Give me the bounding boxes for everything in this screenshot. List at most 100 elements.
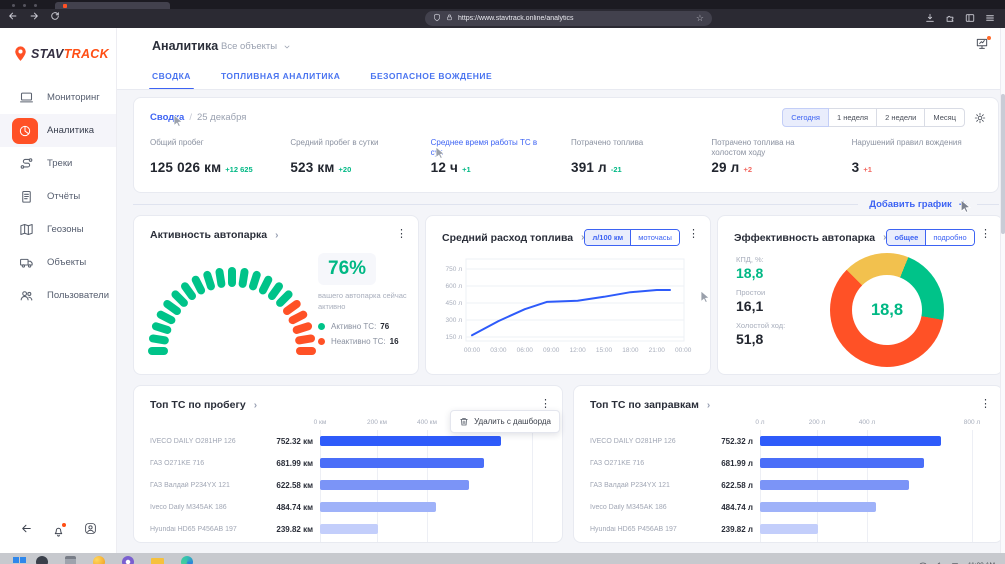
top-fuel-title[interactable]: Топ ТС по заправкам: [590, 399, 699, 411]
chevron-down-icon: [283, 43, 291, 51]
fuel-toggle-0[interactable]: л/100 км: [585, 230, 630, 245]
tab-0[interactable]: СВОДКА: [152, 71, 191, 90]
kebab-menu-icon[interactable]: ⋮: [980, 229, 991, 240]
bar-track: [320, 502, 548, 512]
shield-icon[interactable]: [433, 9, 441, 27]
wifi-icon[interactable]: [919, 556, 927, 564]
gauge-segment: [215, 267, 226, 288]
bar-track: [320, 524, 548, 534]
lock-icon[interactable]: [446, 9, 453, 27]
metric-1[interactable]: Средний пробег в сутки523 км+20: [290, 138, 430, 177]
battery-icon[interactable]: [951, 556, 960, 564]
svg-text:150 л: 150 л: [446, 334, 463, 341]
bar[interactable]: [320, 458, 484, 468]
menu-icon[interactable]: [985, 10, 995, 28]
back-button[interactable]: [8, 11, 18, 21]
tray-expand-icon[interactable]: [904, 556, 911, 564]
period-button-1[interactable]: 1 неделя: [828, 108, 877, 127]
profile-icon[interactable]: [84, 522, 97, 540]
kebab-menu-icon[interactable]: ⋮: [540, 399, 551, 410]
metric-4[interactable]: Потрачено топлива на холостом ходу29 л+2: [711, 138, 851, 177]
efficiency-toggle-1[interactable]: подробно: [925, 230, 973, 245]
windows-start-icon[interactable]: [13, 557, 19, 563]
sidebar-item-reports[interactable]: Отчёты: [0, 180, 116, 213]
sidebar-item-objects[interactable]: Объекты: [0, 246, 116, 279]
bar[interactable]: [320, 480, 469, 490]
collapse-sidebar-icon[interactable]: [20, 522, 33, 540]
vehicle-value: 681.99 км: [270, 459, 320, 468]
efficiency-toggle-0[interactable]: общее: [887, 230, 925, 245]
remove-from-dashboard-menu-item[interactable]: Удалить с дашборда: [450, 410, 560, 433]
metric-0[interactable]: Общий пробег125 026 км+12 625: [150, 138, 290, 177]
sidebar-item-label: Пользователи: [47, 290, 109, 301]
bar-track: [760, 524, 988, 534]
top-mileage-title[interactable]: Топ ТС по пробегу: [150, 399, 246, 411]
search-app-icon[interactable]: [36, 556, 48, 564]
vehicle-value: 239.82 л: [710, 525, 760, 534]
axis-tick: 400 км: [417, 419, 437, 426]
extensions-icon[interactable]: [945, 10, 955, 28]
add-chart-plus-icon[interactable]: +: [959, 197, 967, 211]
add-chart-link[interactable]: Добавить график: [869, 199, 952, 210]
bar[interactable]: [760, 524, 818, 534]
kebab-menu-icon[interactable]: ⋮: [688, 229, 699, 240]
url-bar[interactable]: https://www.stavtrack.online/analytics ☆: [425, 11, 712, 26]
bar[interactable]: [760, 502, 876, 512]
file-app-icon[interactable]: [65, 556, 76, 564]
metric-5[interactable]: Нарушений правил вождения3+1: [852, 138, 992, 177]
period-button-3[interactable]: Месяц: [924, 108, 965, 127]
bookmark-star-icon[interactable]: ☆: [696, 14, 704, 23]
kebab-menu-icon[interactable]: ⋮: [980, 399, 991, 410]
sidebar-item-geozones[interactable]: Геозоны: [0, 213, 116, 246]
period-button-2[interactable]: 2 недели: [876, 108, 925, 127]
efficiency-card-title[interactable]: Эффективность автопарка: [734, 232, 875, 244]
browser-tab[interactable]: [55, 2, 170, 9]
edge-browser-icon[interactable]: [181, 556, 193, 564]
chevron-right-icon[interactable]: ›: [707, 400, 710, 411]
bar[interactable]: [760, 480, 909, 490]
folder-icon[interactable]: [151, 558, 164, 564]
sidebar-item-tracks[interactable]: Треки: [0, 147, 116, 180]
reload-button[interactable]: [50, 11, 60, 21]
window-control-dot[interactable]: [23, 4, 26, 7]
logo[interactable]: STAVTRACK: [0, 28, 116, 73]
metric-2[interactable]: Среднее время работы ТС в сут.12 ч+1: [431, 138, 571, 177]
chevron-right-icon[interactable]: ›: [275, 230, 278, 241]
fuel-toggle-1[interactable]: моточасы: [630, 230, 679, 245]
volume-icon[interactable]: [935, 556, 943, 564]
crescent-app-icon[interactable]: [93, 556, 105, 564]
activity-card-title[interactable]: Активность автопарка: [150, 229, 267, 241]
tab-1[interactable]: ТОПЛИВНАЯ АНАЛИТИКА: [221, 71, 340, 90]
updates-chart-icon[interactable]: [975, 37, 989, 56]
page: STAVTRACK МониторингАналитикаТрекиОтчёты…: [0, 28, 1005, 553]
bar[interactable]: [760, 458, 924, 468]
url-text[interactable]: https://www.stavtrack.online/analytics: [458, 15, 691, 22]
objects-filter-dropdown[interactable]: Все объекты: [221, 41, 291, 52]
summary-title-link[interactable]: Сводка: [150, 112, 184, 123]
sidebar-item-users[interactable]: Пользователи: [0, 279, 116, 312]
gear-icon[interactable]: [974, 112, 986, 124]
sidebar-item-analytics[interactable]: Аналитика: [0, 114, 116, 147]
browser-tabstrip: [0, 0, 1005, 9]
vehicle-label: ГАЗ Валдай P234YX 121: [590, 482, 710, 489]
window-control-dot[interactable]: [12, 4, 15, 7]
bar[interactable]: [320, 524, 378, 534]
fuel-card-title[interactable]: Средний расход топлива: [442, 232, 573, 244]
sidebar-panel-icon[interactable]: [965, 10, 975, 28]
bar[interactable]: [320, 436, 501, 446]
kebab-menu-icon[interactable]: ⋮: [396, 229, 407, 240]
bar[interactable]: [320, 502, 436, 512]
download-icon[interactable]: [925, 10, 935, 28]
svg-text:06:00: 06:00: [517, 347, 534, 354]
tab-2[interactable]: БЕЗОПАСНОЕ ВОЖДЕНИЕ: [370, 71, 492, 90]
scrollbar-thumb[interactable]: [1001, 94, 1005, 234]
notifications-bell-icon[interactable]: [52, 525, 65, 538]
purple-app-icon[interactable]: [122, 556, 134, 564]
metric-3[interactable]: Потрачено топлива391 л-21: [571, 138, 711, 177]
bar[interactable]: [760, 436, 941, 446]
period-button-0[interactable]: Сегодня: [782, 108, 829, 127]
sidebar-item-monitoring[interactable]: Мониторинг: [0, 81, 116, 114]
forward-button[interactable]: [29, 11, 39, 21]
chevron-right-icon[interactable]: ›: [254, 400, 257, 411]
window-control-dot[interactable]: [34, 4, 37, 7]
